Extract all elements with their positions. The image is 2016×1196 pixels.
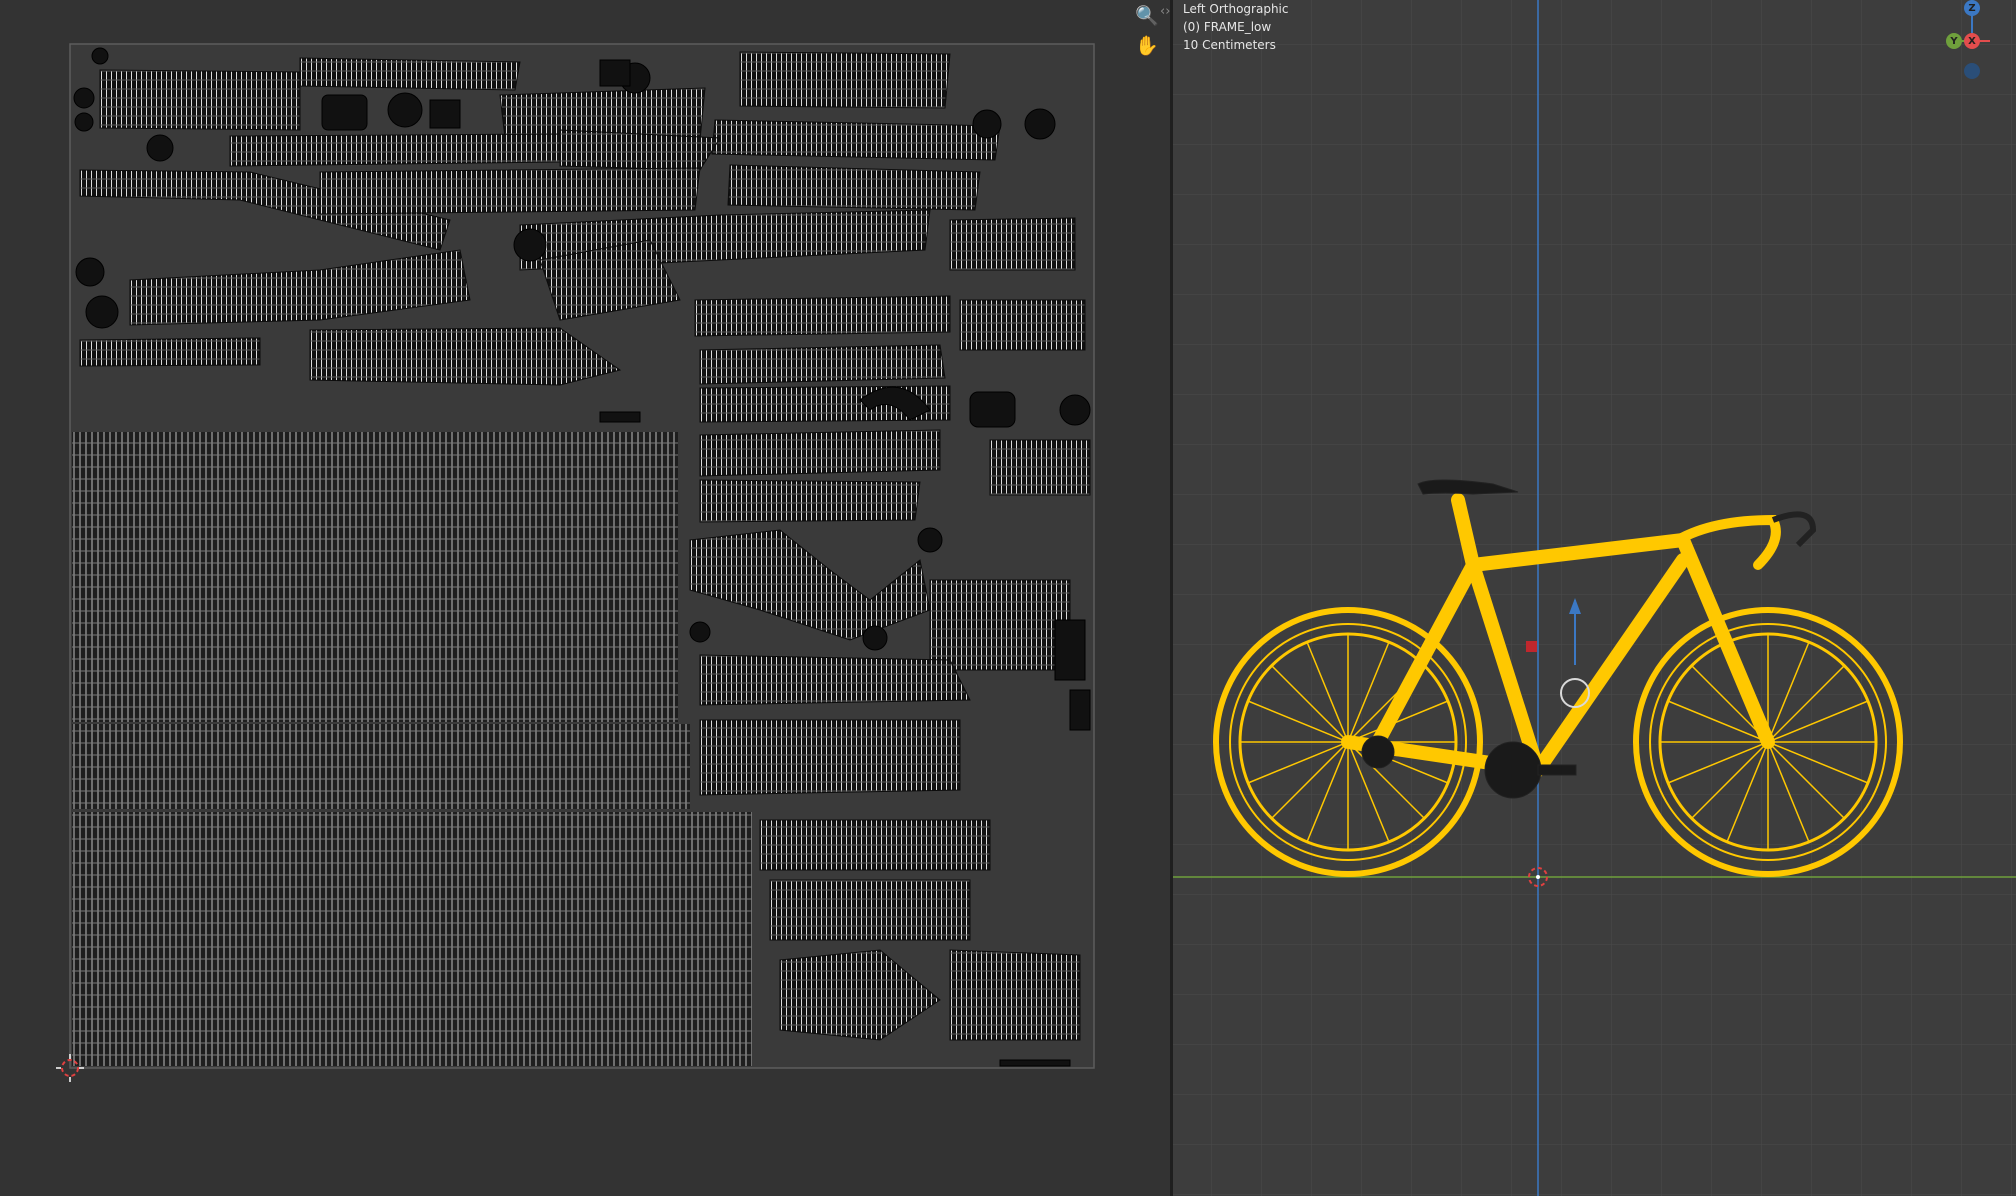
viewport-info: Left Orthographic (0) FRAME_low 10 Centi… [1183, 0, 1288, 54]
cassette [1361, 735, 1395, 769]
object-name: (0) FRAME_low [1183, 20, 1272, 34]
chevron-left-icon[interactable]: ‹› [1160, 4, 1170, 19]
gizmo-neg-z-axis[interactable] [1964, 63, 1980, 79]
viewport-grid [1173, 0, 2016, 1196]
hand-icon[interactable]: ✋ [1132, 30, 1162, 60]
uv-editor[interactable]: 🔍 ✋ ‹› [0, 0, 1170, 1196]
object-origin[interactable] [1526, 641, 1537, 652]
hand-glyph: ✋ [1135, 34, 1159, 57]
zoom-glyph: 🔍 [1135, 4, 1159, 27]
viewport-canvas[interactable] [1173, 0, 2016, 1196]
zoom-icon[interactable]: 🔍 [1132, 0, 1162, 30]
uv-canvas[interactable] [0, 0, 1170, 1196]
uv-dense-block-mid [72, 724, 690, 809]
gizmo-x-axis[interactable]: X [1964, 33, 1980, 49]
3d-viewport[interactable]: Left Orthographic (0) FRAME_low 10 Centi… [1173, 0, 2016, 1196]
chainring [1484, 741, 1542, 799]
navigation-gizmo[interactable]: Z X Y [1946, 0, 2016, 80]
uv-dense-block-left [72, 432, 678, 722]
crank-arm [1537, 764, 1577, 776]
grid-scale: 10 Centimeters [1183, 38, 1276, 52]
view-name: Left Orthographic [1183, 2, 1289, 16]
gizmo-z-axis[interactable]: Z [1964, 0, 1980, 16]
gizmo-y-axis[interactable]: Y [1946, 33, 1962, 49]
uv-dense-block-bottom [72, 812, 752, 1066]
